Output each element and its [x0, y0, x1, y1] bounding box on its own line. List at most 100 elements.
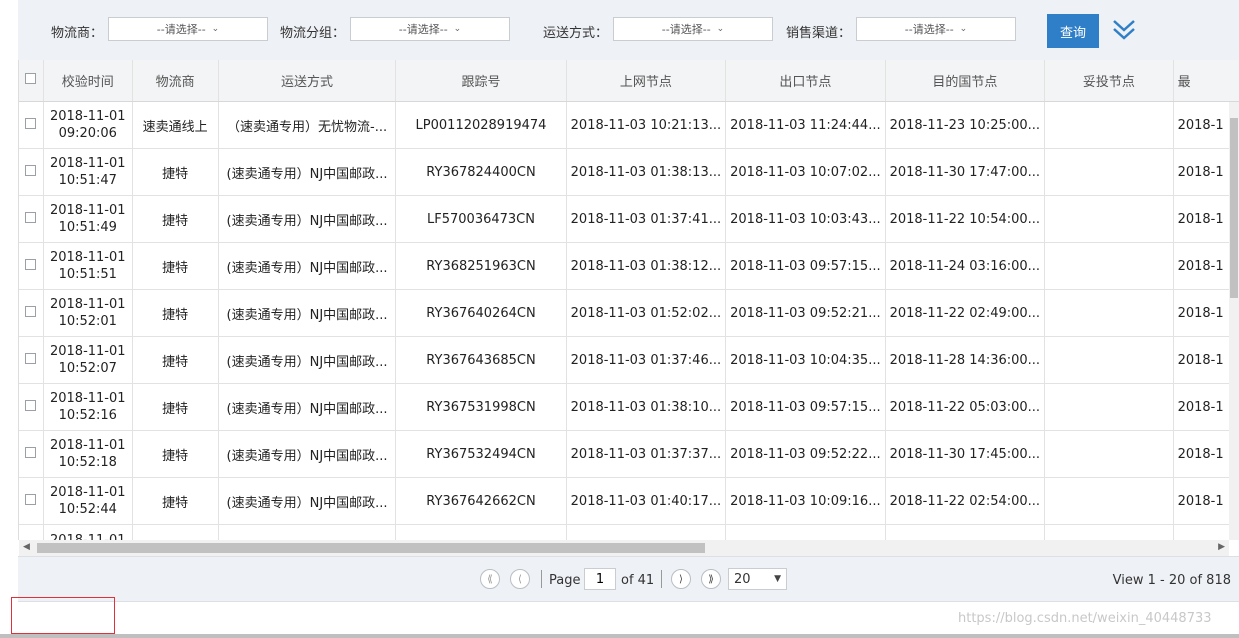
tracking-cell: RY367642662CN	[395, 477, 567, 525]
destination-node-cell: 2018-11-24 03:16:00...	[885, 242, 1046, 290]
channel-filter-select[interactable]: --请选择-- ⌄	[856, 17, 1016, 41]
method-cell: (速卖通专用）NJ中国邮政...	[218, 148, 397, 196]
table-row[interactable]: 2018-11-01 10:52:07 捷特 (速卖通专用）NJ中国邮政... RY36…	[19, 336, 1239, 384]
row-checkbox[interactable]	[25, 258, 37, 270]
delivered-node-cell	[1044, 242, 1174, 290]
carrier-cell: 捷特	[132, 430, 219, 478]
horizontal-scroll-thumb[interactable]	[37, 543, 705, 553]
table-header-row: 校验时间 物流商 运送方式 跟踪号 上网节点 出口节点 目的国节点 妥投节点 最	[19, 60, 1239, 102]
carrier-cell: 捷特	[132, 477, 219, 525]
row-checkbox[interactable]	[25, 352, 37, 364]
channel-filter-label: 销售渠道：	[786, 26, 852, 41]
row-checkbox[interactable]	[25, 211, 37, 223]
export-node-cell: 2018-11-03 11:24:44...	[725, 101, 886, 149]
row-select-cell	[19, 101, 44, 149]
table-row[interactable]: 2018-11-01 10:51:49 捷特 (速卖通专用）NJ中国邮政... LF57…	[19, 195, 1239, 243]
chevron-down-icon: ⌄	[716, 24, 725, 34]
column-header-delivered-node[interactable]: 妥投节点	[1044, 60, 1174, 102]
destination-node-cell: 2018-11-22 02:49:00...	[885, 289, 1046, 337]
method-filter-label: 运送方式：	[543, 26, 609, 41]
column-header-online-node[interactable]: 上网节点	[566, 60, 727, 102]
prev-page-icon[interactable]: ⟨	[510, 569, 530, 589]
carrier-filter-select[interactable]: --请选择-- ⌄	[108, 17, 268, 41]
carrier-cell: 捷特	[132, 336, 219, 384]
column-header-tracking[interactable]: 跟踪号	[395, 60, 567, 102]
delivered-node-cell	[1044, 195, 1174, 243]
row-select-cell	[19, 148, 44, 196]
check-time-cell: 2018-11-01 10:52:16	[43, 383, 133, 431]
pager-bar: ⟪ ⟨ Page of 41 ⟩ ⟫ 20▼ View 1 - 20 of 81…	[18, 556, 1239, 602]
carrier-filter-label: 物流商：	[51, 26, 104, 41]
method-cell: (速卖通专用）NJ中国邮政...	[218, 336, 397, 384]
group-filter-select[interactable]: --请选择-- ⌄	[350, 17, 510, 41]
table-row[interactable]: 2018-11-01 10:52:01 捷特 (速卖通专用）NJ中国邮政... RY36…	[19, 289, 1239, 337]
method-cell: (速卖通专用）NJ中国邮政...	[218, 195, 397, 243]
tracking-cell: LF570036473CN	[395, 195, 567, 243]
row-checkbox[interactable]	[25, 164, 37, 176]
tracking-cell: RY367532494CN	[395, 430, 567, 478]
chevron-down-icon: ⌄	[211, 24, 220, 34]
check-time-cell: 2018-11-01 10:52:44	[43, 477, 133, 525]
vertical-scroll-thumb[interactable]	[1230, 118, 1238, 298]
table-row[interactable]: 2018-11-01 10:51:47 捷特 (速卖通专用）NJ中国邮政... RY36…	[19, 148, 1239, 196]
horizontal-scrollbar[interactable]: ◀ ▶	[19, 540, 1229, 556]
row-select-cell	[19, 289, 44, 337]
tracking-cell: RY368251963CN	[395, 242, 567, 290]
group-filter-label: 物流分组：	[280, 26, 346, 41]
table-row[interactable]: 2018-11-01 10:52:18 捷特 (速卖通专用）NJ中国邮政... RY36…	[19, 430, 1239, 478]
online-node-cell: 2018-11-03 01:38:12...	[566, 242, 727, 290]
dropdown-arrow-icon: ▼	[774, 574, 781, 584]
next-page-icon[interactable]: ⟩	[671, 569, 691, 589]
column-header-method[interactable]: 运送方式	[218, 60, 397, 102]
scroll-right-arrow-icon[interactable]: ▶	[1218, 542, 1225, 552]
vertical-scrollbar[interactable]	[1229, 102, 1239, 540]
row-checkbox[interactable]	[25, 493, 37, 505]
last-page-icon[interactable]: ⟫	[701, 569, 721, 589]
table-row[interactable]: 2018-11-01 10:51:51 捷特 (速卖通专用）NJ中国邮政... RY36…	[19, 242, 1239, 290]
row-checkbox[interactable]	[25, 305, 37, 317]
page-size-select[interactable]: 20 ▼	[728, 568, 787, 590]
export-node-cell: 2018-11-03 10:04:35...	[725, 336, 886, 384]
first-page-icon[interactable]: ⟪	[480, 569, 500, 589]
row-checkbox[interactable]	[25, 399, 37, 411]
row-select-cell	[19, 195, 44, 243]
destination-node-cell: 2018-11-22 10:54:00...	[885, 195, 1046, 243]
column-header-export-node[interactable]: 出口节点	[725, 60, 886, 102]
row-checkbox[interactable]	[25, 117, 37, 129]
table-row[interactable]: 2018-11-01 09:20:06 速卖通线上 （速卖通专用）无忧物流-... LP…	[19, 101, 1239, 149]
table-row[interactable]: 2018-11-01 10:52:44 捷特 (速卖通专用）NJ中国邮政... RY36…	[19, 477, 1239, 525]
left-margin	[0, 0, 18, 638]
destination-node-cell: 2018-11-22 05:03:00...	[885, 383, 1046, 431]
column-header-destination-node[interactable]: 目的国节点	[885, 60, 1046, 102]
check-time-cell: 2018-11-01	[43, 524, 133, 540]
destination-node-cell: 2018-11-30 17:47:00...	[885, 148, 1046, 196]
tracking-cell: RY367531998CN	[395, 383, 567, 431]
destination-node-cell: 2018-11-30 17:45:00...	[885, 430, 1046, 478]
column-header-check-time[interactable]: 校验时间	[43, 60, 133, 102]
export-node-cell: 2018-11-03 09:52:22...	[725, 430, 886, 478]
delivered-node-cell	[1044, 148, 1174, 196]
expand-more-icon[interactable]	[1110, 16, 1138, 44]
select-all-checkbox[interactable]	[25, 73, 37, 84]
export-node-cell: 2018-11-03 09:57:15...	[725, 383, 886, 431]
column-header-last[interactable]: 最	[1173, 60, 1239, 102]
row-select-cell	[19, 383, 44, 431]
page-number-input[interactable]	[584, 568, 616, 590]
tracking-grid: 校验时间 物流商 运送方式 跟踪号 上网节点 出口节点 目的国节点 妥投节点 最…	[18, 60, 1239, 540]
export-node-cell: 2018-11-03 09:57:15...	[725, 242, 886, 290]
carrier-cell: 速卖通线上	[132, 101, 219, 149]
scroll-left-arrow-icon[interactable]: ◀	[23, 542, 30, 552]
row-checkbox[interactable]	[25, 446, 37, 458]
tracking-cell: RY367640264CN	[395, 289, 567, 337]
delivered-node-cell	[1044, 477, 1174, 525]
query-button[interactable]: 查询	[1047, 14, 1099, 48]
method-cell: (速卖通专用）NJ中国邮政...	[218, 477, 397, 525]
highlight-box	[11, 597, 115, 634]
method-cell: (速卖通专用）NJ中国邮政...	[218, 383, 397, 431]
table-row[interactable]: 2018-11-01 10:52:16 捷特 (速卖通专用）NJ中国邮政... RY36…	[19, 383, 1239, 431]
select-all-cell	[19, 60, 44, 102]
carrier-cell: 捷特	[132, 383, 219, 431]
column-header-carrier[interactable]: 物流商	[132, 60, 219, 102]
table-row[interactable]: 2018-11-01	[19, 524, 1239, 540]
method-filter-select[interactable]: --请选择-- ⌄	[613, 17, 773, 41]
